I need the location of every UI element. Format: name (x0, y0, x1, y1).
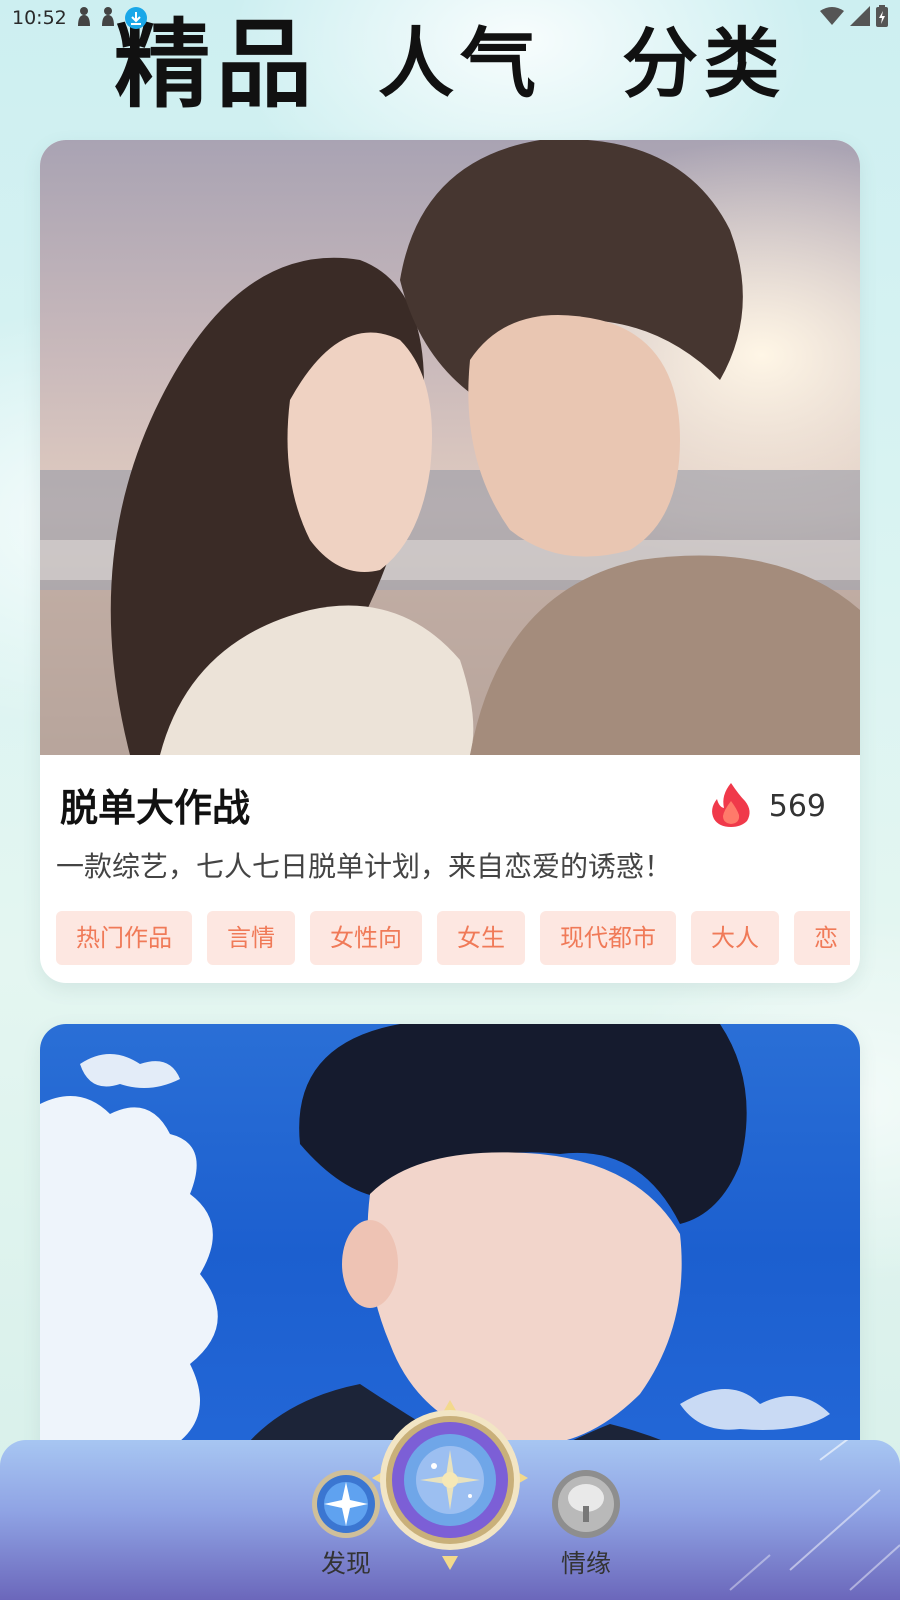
person-silhouette-icon (101, 6, 115, 31)
card-info: 脱单大作战 569 一款综艺，七人七日脱单计划，来自恋爱的诱惑！ 热门作品 言情… (40, 755, 860, 983)
battery-icon (876, 4, 888, 32)
magic-orb-icon (372, 1400, 528, 1574)
tag[interactable]: 女生 (437, 911, 525, 965)
heat-indicator: 569 (709, 781, 826, 831)
person-silhouette-icon (77, 6, 91, 31)
tag[interactable]: 言情 (207, 911, 295, 965)
tag[interactable]: 现代都市 (540, 911, 676, 965)
download-icon (124, 7, 147, 29)
nav-fate-label: 情缘 (560, 1549, 611, 1578)
heat-count: 569 (768, 788, 826, 824)
tag[interactable]: 热门作品 (56, 911, 192, 965)
card-cover-image (40, 140, 860, 755)
nav-center-orb-button[interactable] (372, 1400, 528, 1570)
tree-icon (550, 1468, 622, 1544)
nav-fate[interactable]: 情缘 (550, 1468, 622, 1580)
tag-list: 热门作品 言情 女性向 女生 现代都市 大人 恋 (56, 911, 850, 967)
nav-discover-label: 发现 (320, 1549, 371, 1578)
status-time: 10:52 (12, 7, 67, 29)
tag[interactable]: 女性向 (310, 911, 422, 965)
flame-icon (709, 781, 753, 831)
signal-icon (850, 5, 870, 31)
tag[interactable]: 恋 (794, 911, 850, 965)
status-bar: 10:52 (0, 0, 900, 36)
story-card[interactable]: 脱单大作战 569 一款综艺，七人七日脱单计划，来自恋爱的诱惑！ 热门作品 言情… (40, 140, 860, 983)
card-description: 一款综艺，七人七日脱单计划，来自恋爱的诱惑！ (56, 850, 673, 883)
tag[interactable]: 大人 (691, 911, 779, 965)
wifi-icon (820, 6, 844, 30)
card-title: 脱单大作战 (60, 786, 251, 830)
